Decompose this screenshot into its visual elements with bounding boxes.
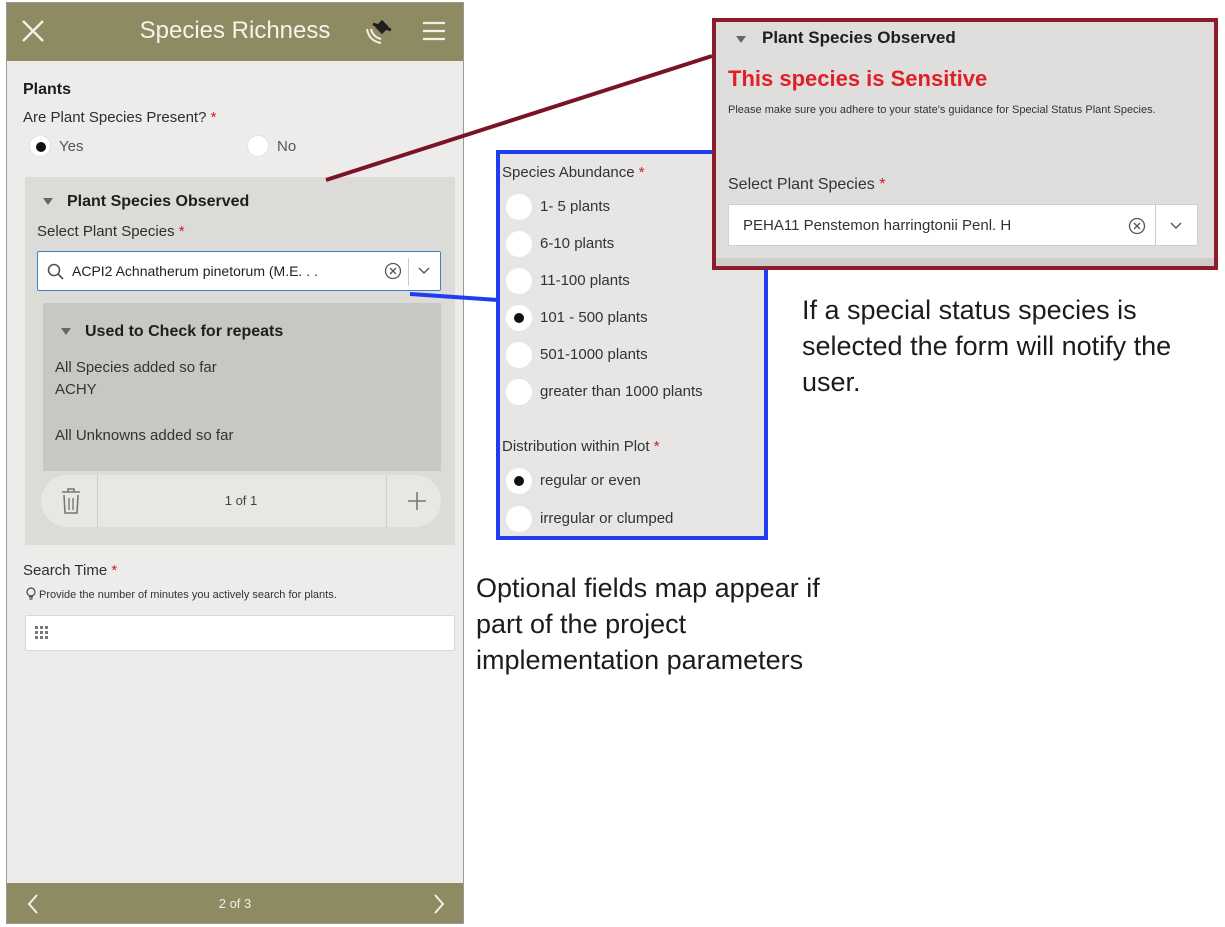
panel-bottom-strip [716,258,1214,266]
sensitive-select-label-text: Select Plant Species [728,176,875,193]
distribution-radio-2[interactable] [506,506,532,532]
abundance-radio-5[interactable] [506,342,532,368]
abundance-option-label: 501-1000 plants [540,346,648,363]
optional-callout-line [409,292,499,302]
sensitive-annotation: If a special status species is selected … [802,295,1172,397]
collapse-triangle-icon[interactable] [736,36,746,43]
abundance-option-label: greater than 1000 plants [540,383,703,400]
abundance-radio-6[interactable] [506,379,532,405]
abundance-option-label: 6-10 plants [540,235,615,252]
abundance-option-label: 101 - 500 plants [540,309,648,326]
required-mark: * [879,176,886,193]
distribution-radio-1[interactable] [506,468,532,494]
abundance-label: Species Abundance * [502,164,645,181]
required-mark: * [638,164,645,181]
sensitive-species-panel: Plant Species Observed This species is S… [712,18,1218,270]
optional-annotation: Optional fields map appear if part of th… [476,573,820,675]
clear-icon[interactable] [1127,216,1147,236]
abundance-label-text: Species Abundance [502,164,635,181]
distribution-option-label: irregular or clumped [540,510,674,527]
select-divider [1155,205,1156,245]
distribution-label-text: Distribution within Plot [502,438,650,455]
chevron-down-icon[interactable] [1169,221,1183,231]
distribution-option-label: regular or even [540,472,641,489]
sensitive-select-value: PEHA11 Penstemon harringtonii Penl. H [743,217,1012,234]
sensitive-warning: This species is Sensitive [728,66,988,91]
abundance-option-label: 1- 5 plants [540,198,611,215]
required-mark: * [653,438,660,455]
abundance-radio-3[interactable] [506,268,532,294]
sensitive-species-select[interactable]: PEHA11 Penstemon harringtonii Penl. H [728,204,1198,246]
abundance-radio-4[interactable] [506,305,532,331]
sensitive-select-label: Select Plant Species * [728,176,885,194]
abundance-option-label: 11-100 plants [540,272,630,289]
sensitive-note: Please make sure you adhere to your stat… [728,104,1156,116]
sensitive-group-title: Plant Species Observed [762,28,956,47]
abundance-radio-1[interactable] [506,194,532,220]
distribution-label: Distribution within Plot * [502,438,660,455]
abundance-radio-2[interactable] [506,231,532,257]
